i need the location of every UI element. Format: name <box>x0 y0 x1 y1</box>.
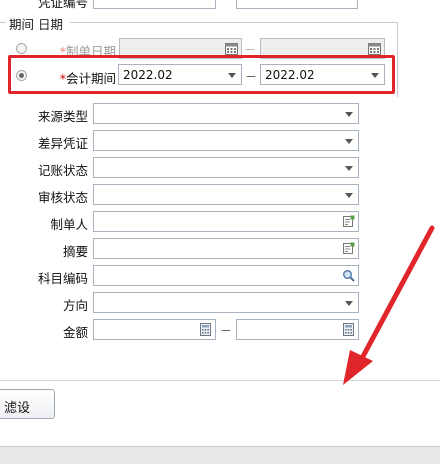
diff-voucher-label: 差异凭证 <box>37 136 88 151</box>
calculator-icon[interactable] <box>342 323 355 336</box>
creator-input[interactable] <box>93 211 359 232</box>
chevron-down-icon[interactable] <box>345 139 353 144</box>
voucher-number-input[interactable] <box>93 0 216 9</box>
audit-status-select[interactable] <box>93 184 359 205</box>
calendar-icon[interactable] <box>225 42 238 55</box>
calendar-icon[interactable] <box>368 42 381 55</box>
post-status-select[interactable] <box>93 157 359 178</box>
account-code-input[interactable] <box>93 265 359 286</box>
summary-label: 摘要 <box>62 244 88 259</box>
amount-to-input[interactable] <box>236 319 359 340</box>
highlight-box <box>8 55 395 94</box>
direction-label: 方向 <box>62 298 88 313</box>
chevron-down-icon[interactable] <box>345 301 353 306</box>
post-status-label: 记账状态 <box>37 163 88 178</box>
calculator-icon[interactable] <box>199 323 212 336</box>
amount-label: 金额 <box>62 325 88 340</box>
group-title: 期间 日期 <box>9 17 63 32</box>
amount-from-input[interactable] <box>93 319 216 340</box>
summary-input[interactable] <box>93 238 359 259</box>
chevron-down-icon[interactable] <box>345 112 353 117</box>
reference-picker-icon[interactable] <box>342 242 355 255</box>
footer-bar <box>0 381 440 446</box>
audit-status-label: 审核状态 <box>37 190 88 205</box>
account-code-label: 科目编码 <box>37 271 88 286</box>
group-frame-top-right <box>70 22 397 23</box>
source-type-label: 来源类型 <box>37 109 88 124</box>
bottom-edge <box>0 446 440 464</box>
reference-picker-icon[interactable] <box>342 215 355 228</box>
search-icon[interactable] <box>342 269 355 282</box>
voucher-number-to-input[interactable] <box>236 0 358 9</box>
filter-settings-button-label: 滤设 <box>4 401 31 416</box>
group-frame-right <box>397 22 398 97</box>
filter-settings-button[interactable]: 滤设 <box>0 389 55 419</box>
creator-label: 制单人 <box>50 217 88 232</box>
group-frame-top-left <box>0 22 6 23</box>
date-radio[interactable] <box>16 43 27 54</box>
chevron-down-icon[interactable] <box>345 193 353 198</box>
voucher-number-label: 凭证编号 <box>37 0 88 10</box>
direction-select[interactable] <box>93 292 359 313</box>
chevron-down-icon[interactable] <box>345 166 353 171</box>
diff-voucher-select[interactable] <box>93 130 359 151</box>
arrow-shaft <box>357 225 435 365</box>
source-type-select[interactable] <box>93 103 359 124</box>
amount-range-dash: － <box>220 324 233 338</box>
